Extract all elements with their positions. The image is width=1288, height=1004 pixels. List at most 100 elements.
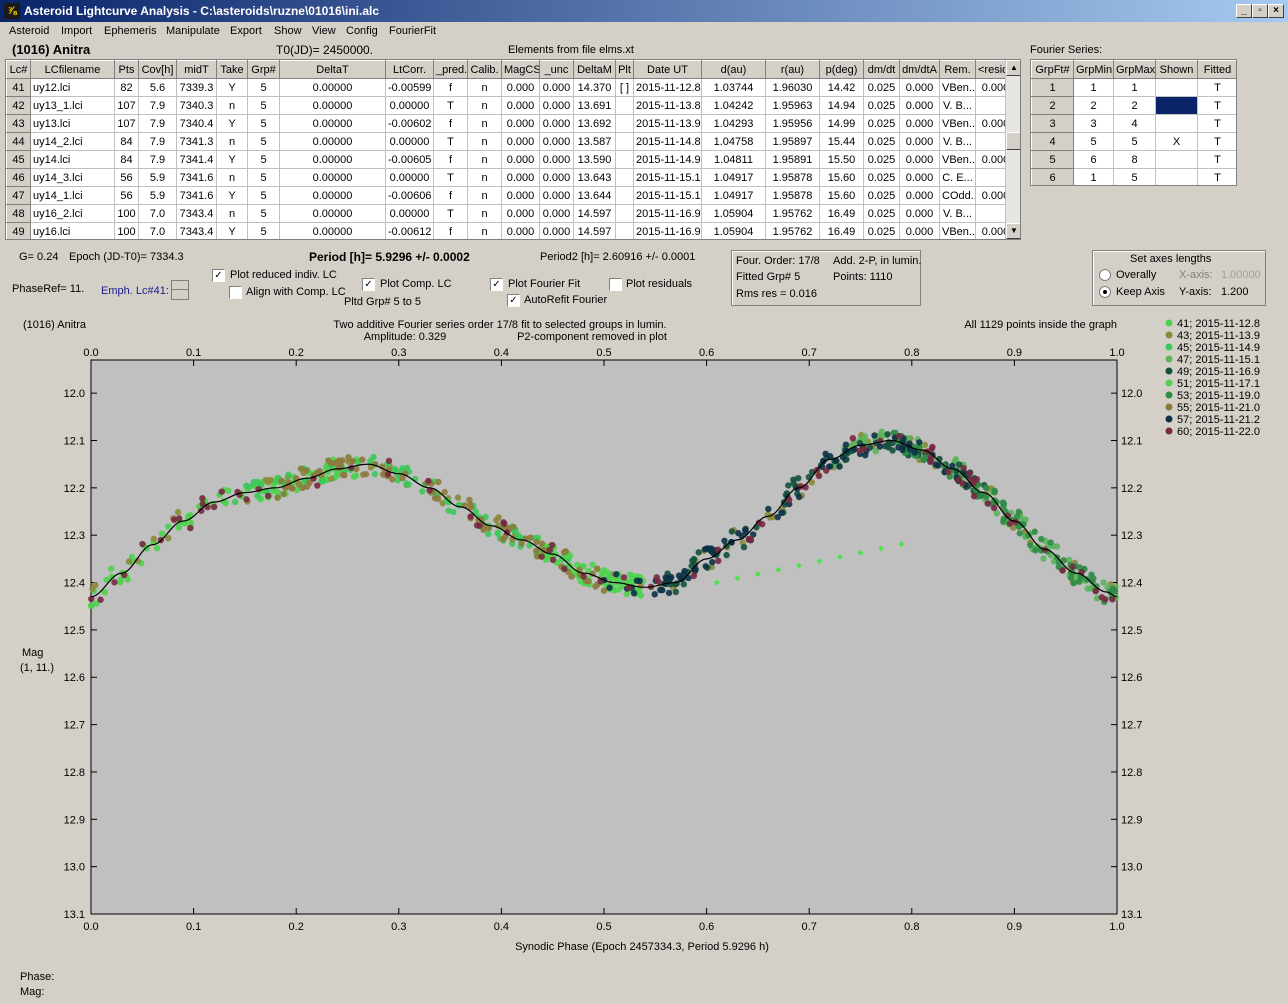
table-cell[interactable]: T xyxy=(433,168,468,187)
table-cell[interactable]: 2015-11-12.8 xyxy=(633,78,702,97)
table-cell[interactable]: Y xyxy=(216,186,248,205)
table-cell[interactable]: n xyxy=(467,168,502,187)
table-cell[interactable]: f xyxy=(433,186,468,205)
table-cell[interactable]: 7.9 xyxy=(138,96,177,115)
table-cell[interactable]: 7.0 xyxy=(138,222,177,239)
table-cell[interactable]: 0.00000 xyxy=(385,132,434,151)
table-cell[interactable] xyxy=(615,114,634,133)
table-cell[interactable]: 15.50 xyxy=(819,150,864,169)
table-cell[interactable]: 1.95891 xyxy=(765,150,820,169)
lc-column-header[interactable]: Lc# xyxy=(6,60,31,79)
lc-column-header[interactable]: Plt xyxy=(615,60,634,79)
table-cell[interactable]: 5 xyxy=(247,150,280,169)
lc-table-row[interactable]: 48 uy16_2.lci 100 7.0 7343.4 n 5 0.00000 0.00000… xyxy=(6,204,1020,223)
table-cell[interactable]: 0.000 xyxy=(899,150,940,169)
row-number[interactable]: 2 xyxy=(1031,96,1074,115)
table-cell[interactable]: 2015-11-14.9 xyxy=(633,150,702,169)
table-cell[interactable]: uy13.lci xyxy=(30,114,115,133)
lc-column-header[interactable]: LCfilename xyxy=(30,60,115,79)
table-cell[interactable]: -0.00606 xyxy=(385,186,434,205)
table-cell[interactable]: 2 xyxy=(1073,96,1114,115)
table-cell[interactable]: 5 xyxy=(247,132,280,151)
fourier-table-row[interactable]: 111T xyxy=(1031,78,1236,97)
table-cell[interactable]: 7343.4 xyxy=(176,204,217,223)
menu-ephemeris[interactable]: Ephemeris xyxy=(104,25,157,37)
table-cell[interactable] xyxy=(1155,150,1198,169)
table-cell[interactable]: C. E... xyxy=(939,168,976,187)
table-cell[interactable]: [ ] xyxy=(615,78,634,97)
align-checkbox[interactable] xyxy=(229,286,242,299)
table-scrollbar[interactable]: ▲ ▼ xyxy=(1005,60,1020,239)
fourier-column-header[interactable]: Shown xyxy=(1155,60,1198,79)
table-cell[interactable]: VBen.. xyxy=(939,222,976,239)
table-cell[interactable]: n xyxy=(467,78,502,97)
lc-column-header[interactable]: r(au) xyxy=(765,60,820,79)
table-cell[interactable]: n xyxy=(467,204,502,223)
table-cell[interactable]: 13.587 xyxy=(573,132,616,151)
table-cell[interactable]: T xyxy=(433,204,468,223)
table-cell[interactable]: n xyxy=(467,114,502,133)
table-cell[interactable]: 2015-11-16.9 xyxy=(633,204,702,223)
table-cell[interactable]: 14.99 xyxy=(819,114,864,133)
table-cell[interactable]: T xyxy=(1197,78,1236,97)
table-cell[interactable]: 0.000 xyxy=(539,114,574,133)
table-cell[interactable]: 0.000 xyxy=(501,186,540,205)
table-cell[interactable]: 14.597 xyxy=(573,222,616,239)
table-cell[interactable]: 2 xyxy=(1113,96,1156,115)
table-cell[interactable]: uy14.lci xyxy=(30,150,115,169)
row-number[interactable]: 48 xyxy=(6,204,31,223)
table-cell[interactable]: 84 xyxy=(114,132,139,151)
plot-fourier-checkbox[interactable]: ✓ xyxy=(490,278,503,291)
table-cell[interactable]: 1.95963 xyxy=(765,96,820,115)
row-number[interactable]: 3 xyxy=(1031,114,1074,133)
table-cell[interactable]: 0.00000 xyxy=(279,222,386,239)
table-cell[interactable]: 1.95956 xyxy=(765,114,820,133)
table-cell[interactable]: 5 xyxy=(247,96,280,115)
table-cell[interactable]: 0.025 xyxy=(863,96,900,115)
table-cell[interactable]: 0.000 xyxy=(539,168,574,187)
fourier-column-header[interactable]: Fitted xyxy=(1197,60,1236,79)
table-cell[interactable]: 84 xyxy=(114,150,139,169)
table-cell[interactable]: 1.04242 xyxy=(701,96,766,115)
table-cell[interactable] xyxy=(615,222,634,239)
plot-comp-checkbox[interactable]: ✓ xyxy=(362,278,375,291)
row-number[interactable]: 4 xyxy=(1031,132,1074,151)
table-cell[interactable]: X xyxy=(1155,132,1198,151)
table-cell[interactable]: 0.00000 xyxy=(279,204,386,223)
table-cell[interactable]: 5 xyxy=(247,204,280,223)
scroll-thumb[interactable] xyxy=(1006,132,1020,150)
table-cell[interactable]: 0.00000 xyxy=(279,168,386,187)
table-cell[interactable]: 5 xyxy=(247,222,280,239)
table-cell[interactable]: 0.00000 xyxy=(279,132,386,151)
table-cell[interactable]: 14.370 xyxy=(573,78,616,97)
table-cell[interactable]: 0.000 xyxy=(539,186,574,205)
table-cell[interactable]: -0.00602 xyxy=(385,114,434,133)
table-cell[interactable]: 7340.3 xyxy=(176,96,217,115)
table-cell[interactable]: -0.00605 xyxy=(385,150,434,169)
lc-column-header[interactable]: midT xyxy=(176,60,217,79)
table-cell[interactable]: 7.9 xyxy=(138,132,177,151)
table-cell[interactable]: 1.96030 xyxy=(765,78,820,97)
table-cell[interactable]: 0.00000 xyxy=(279,186,386,205)
table-cell[interactable]: V. B... xyxy=(939,96,976,115)
table-cell[interactable]: uy14_2.lci xyxy=(30,132,115,151)
table-cell[interactable]: -0.00612 xyxy=(385,222,434,239)
table-cell[interactable]: 0.000 xyxy=(899,132,940,151)
lc-column-header[interactable]: Cov[h] xyxy=(138,60,177,79)
table-cell[interactable]: 56 xyxy=(114,186,139,205)
table-cell[interactable]: 1.04917 xyxy=(701,186,766,205)
table-cell[interactable]: 2015-11-15.1 xyxy=(633,186,702,205)
keep-axis-radio[interactable] xyxy=(1099,286,1111,298)
table-cell[interactable]: 1.04758 xyxy=(701,132,766,151)
lc-table-row[interactable]: 41 uy12.lci 82 5.6 7339.3 Y 5 0.00000 -0.00599 f n… xyxy=(6,78,1020,97)
table-cell[interactable]: f xyxy=(433,114,468,133)
table-cell[interactable]: 7341.6 xyxy=(176,186,217,205)
lc-table-row[interactable]: 47 uy14_1.lci 56 5.9 7341.6 Y 5 0.00000 -0.00606… xyxy=(6,186,1020,205)
fourier-table-row[interactable]: 222T xyxy=(1031,96,1236,115)
lc-table-row[interactable]: 45 uy14.lci 84 7.9 7341.4 Y 5 0.00000 -0.00605 f n… xyxy=(6,150,1020,169)
table-cell[interactable]: 13.590 xyxy=(573,150,616,169)
lightcurve-chart[interactable]: (1016) Anitra Two additive Fourier series… xyxy=(0,310,1288,970)
table-cell[interactable]: 16.49 xyxy=(819,204,864,223)
table-cell[interactable]: 0.000 xyxy=(501,114,540,133)
table-cell[interactable]: 0.000 xyxy=(539,150,574,169)
